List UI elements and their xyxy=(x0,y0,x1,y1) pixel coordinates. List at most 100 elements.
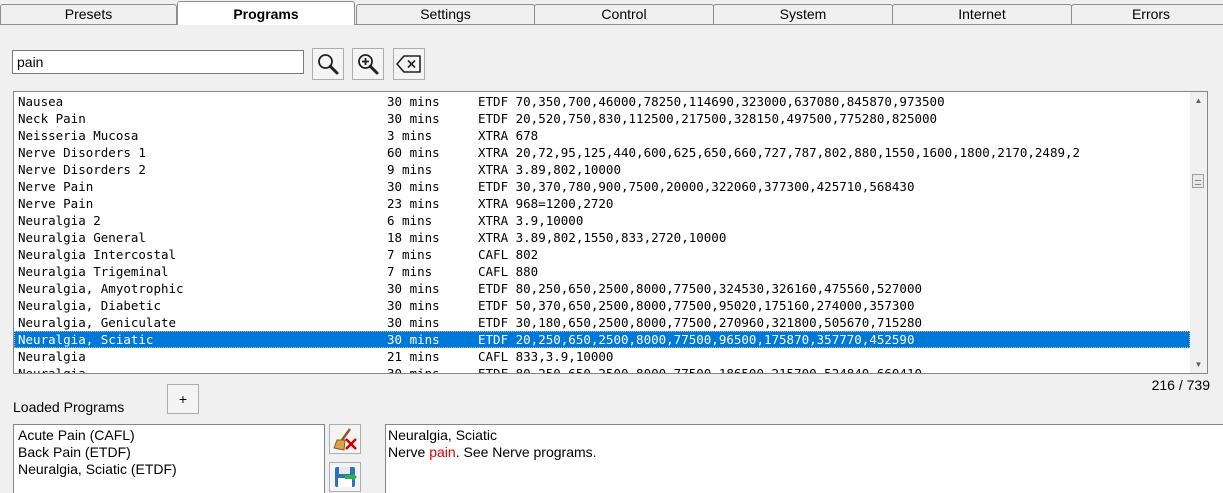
program-name: Neuralgia General xyxy=(18,230,146,245)
program-data: CAFL 833,3.9,10000 xyxy=(478,349,614,364)
program-data: ETDF 20,520,750,830,112500,217500,328150… xyxy=(478,111,938,126)
program-row[interactable]: Nausea 30 mins ETDF 70,350,700,46000,78250… xyxy=(14,93,1190,110)
program-data: XTRA 3.9,10000 xyxy=(478,213,584,228)
program-row[interactable]: Neck Pain 30 mins ETDF 20,520,750,830,1125… xyxy=(14,110,1190,127)
tab-control[interactable]: Control xyxy=(534,4,714,24)
tab-programs[interactable]: Programs xyxy=(177,1,355,25)
search-button[interactable] xyxy=(312,48,344,80)
program-list[interactable]: Nausea 30 mins ETDF 70,350,700,46000,78250… xyxy=(13,91,1208,374)
program-data: ETDF 80,250,650,2500,8000,77500,186500,2… xyxy=(478,366,923,374)
program-data: ETDF 80,250,650,2500,8000,77500,324530,3… xyxy=(478,281,923,296)
program-row[interactable]: Neisseria Mucosa 3 mins XTRA 678 xyxy=(14,127,1190,144)
program-rows: Nausea 30 mins ETDF 70,350,700,46000,78250… xyxy=(14,93,1190,374)
program-row[interactable]: Neuralgia 30 mins ETDF 80,250,650,2500,800… xyxy=(14,365,1190,374)
tab-bar: Presets Control System Internet Errors S… xyxy=(0,0,1223,26)
program-duration: 30 mins xyxy=(387,179,440,194)
program-duration: 6 mins xyxy=(387,213,433,228)
search-input[interactable] xyxy=(12,50,304,74)
result-count: 216 / 739 xyxy=(1151,377,1210,393)
program-duration: 30 mins xyxy=(387,281,440,296)
program-duration: 60 mins xyxy=(387,145,440,160)
program-data: ETDF 30,370,780,900,7500,20000,322060,37… xyxy=(478,179,915,194)
search-icon xyxy=(318,54,339,75)
scroll-up-arrow-icon[interactable]: ▲ xyxy=(1190,92,1207,109)
program-row[interactable]: Neuralgia 21 mins CAFL 833,3.9,10000 xyxy=(14,348,1190,365)
remove-program-button[interactable] xyxy=(329,424,361,454)
program-duration: 30 mins xyxy=(387,94,440,109)
program-row[interactable]: Nerve Pain 30 mins ETDF 30,370,780,900,750… xyxy=(14,178,1190,195)
program-data: ETDF 30,180,650,2500,8000,77500,270960,3… xyxy=(478,315,923,330)
program-name: Nerve Pain xyxy=(18,196,94,211)
program-data: XTRA 3.89,802,1550,833,2720,10000 xyxy=(478,230,727,245)
scroll-thumb[interactable] xyxy=(1192,174,1204,188)
program-data: XTRA 3.89,802,10000 xyxy=(478,162,621,177)
loaded-program-item[interactable]: Acute Pain (CAFL) xyxy=(18,427,320,444)
program-duration: 30 mins xyxy=(387,366,440,374)
program-data: XTRA 678 xyxy=(478,128,539,143)
program-name: Neisseria Mucosa xyxy=(18,128,139,143)
program-name: Nausea xyxy=(18,94,64,109)
floppy-save-icon xyxy=(335,467,357,487)
program-data: CAFL 802 xyxy=(478,247,539,262)
program-data: CAFL 880 xyxy=(478,264,539,279)
program-duration: 30 mins xyxy=(387,111,440,126)
scroll-down-arrow-icon[interactable]: ▼ xyxy=(1190,356,1207,373)
list-scrollbar[interactable]: ▲ ▼ xyxy=(1190,92,1207,373)
program-name: Nerve Pain xyxy=(18,179,94,194)
program-duration: 30 mins xyxy=(387,315,440,330)
program-row[interactable]: Nerve Pain 23 mins XTRA 968=1200,2720 xyxy=(14,195,1190,212)
tab-presets[interactable]: Presets xyxy=(0,4,177,24)
description-text: Nerve pain. See Nerve programs. xyxy=(388,444,597,460)
program-duration: 30 mins xyxy=(387,298,440,313)
program-name: Neuralgia, Sciatic xyxy=(18,332,154,347)
loaded-programs-label: Loaded Programs xyxy=(13,399,125,415)
tab-errors[interactable]: Errors xyxy=(1071,4,1223,24)
program-row[interactable]: Neuralgia Trigeminal 7 mins CAFL 880 xyxy=(14,263,1190,280)
program-name: Nerve Disorders 1 xyxy=(18,145,146,160)
loaded-program-item[interactable]: Neuralgia, Sciatic (ETDF) xyxy=(18,461,320,478)
program-duration: 23 mins xyxy=(387,196,440,211)
program-name: Neuralgia, Geniculate xyxy=(18,315,177,330)
search-highlight: pain xyxy=(429,444,456,460)
program-name: Neuralgia 2 xyxy=(18,213,101,228)
loaded-program-item[interactable]: Back Pain (ETDF) xyxy=(18,444,320,461)
tab-internet[interactable]: Internet xyxy=(892,4,1072,24)
program-data: XTRA 968=1200,2720 xyxy=(478,196,614,211)
program-row[interactable]: Nerve Disorders 1 60 mins XTRA 20,72,95,12… xyxy=(14,144,1190,161)
program-row[interactable]: Neuralgia, Diabetic 30 mins ETDF 50,370,65… xyxy=(14,297,1190,314)
broom-delete-icon xyxy=(333,428,357,451)
program-duration: 7 mins xyxy=(387,247,433,262)
program-row-selected[interactable]: Neuralgia, Sciatic 30 mins ETDF 20,250,650… xyxy=(14,331,1190,348)
program-name: Neuralgia xyxy=(18,366,86,374)
clear-search-button[interactable] xyxy=(393,48,425,80)
description-title: Neuralgia, Sciatic xyxy=(388,427,497,443)
program-name: Neuralgia, Amyotrophic xyxy=(18,281,184,296)
program-duration: 7 mins xyxy=(387,264,433,279)
program-duration: 3 mins xyxy=(387,128,433,143)
program-name: Neuralgia, Diabetic xyxy=(18,298,161,313)
program-name: Neck Pain xyxy=(18,111,86,126)
program-name: Neuralgia Trigeminal xyxy=(18,264,169,279)
program-row[interactable]: Neuralgia 2 6 mins XTRA 3.9,10000 xyxy=(14,212,1190,229)
tab-system[interactable]: System xyxy=(713,4,893,24)
program-row[interactable]: Nerve Disorders 2 9 mins XTRA 3.89,802,100… xyxy=(14,161,1190,178)
program-name: Neuralgia Intercostal xyxy=(18,247,177,262)
zoom-in-icon xyxy=(358,54,379,75)
program-duration: 21 mins xyxy=(387,349,440,364)
tab-settings[interactable]: Settings xyxy=(356,4,535,24)
program-duration: 18 mins xyxy=(387,230,440,245)
zoom-in-button[interactable] xyxy=(352,48,384,80)
program-row[interactable]: Neuralgia Intercostal 7 mins CAFL 802 xyxy=(14,246,1190,263)
loaded-programs-list[interactable]: Acute Pain (CAFL) Back Pain (ETDF) Neura… xyxy=(13,424,325,493)
program-description: Neuralgia, Sciatic Nerve pain. See Nerve… xyxy=(385,424,1223,493)
program-row[interactable]: Neuralgia, Geniculate 30 mins ETDF 30,180,… xyxy=(14,314,1190,331)
program-name: Nerve Disorders 2 xyxy=(18,162,146,177)
program-data: ETDF 70,350,700,46000,78250,114690,32300… xyxy=(478,94,945,109)
program-name: Neuralgia xyxy=(18,349,86,364)
add-program-button[interactable]: + xyxy=(167,384,199,414)
program-duration: 30 mins xyxy=(387,332,440,347)
save-programs-button[interactable] xyxy=(329,462,361,492)
program-row[interactable]: Neuralgia, Amyotrophic 30 mins ETDF 80,250… xyxy=(14,280,1190,297)
program-row[interactable]: Neuralgia General 18 mins XTRA 3.89,802,15… xyxy=(14,229,1190,246)
program-data: ETDF 50,370,650,2500,8000,77500,95020,17… xyxy=(478,298,915,313)
